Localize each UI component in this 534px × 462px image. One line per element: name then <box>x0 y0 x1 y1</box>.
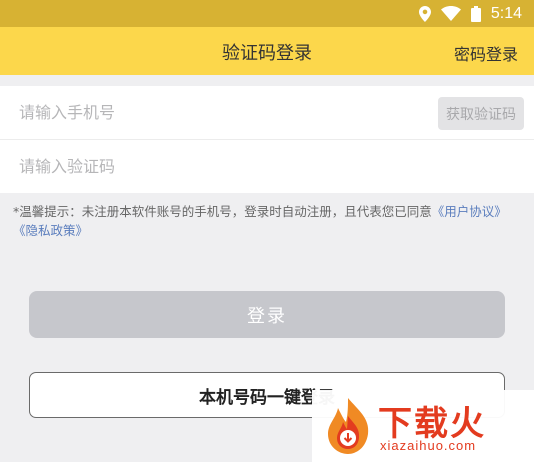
app-header: 验证码登录 密码登录 <box>0 27 534 75</box>
login-button[interactable]: 登录 <box>29 291 505 338</box>
watermark: 下载火 xiazaihuo.com <box>312 390 534 462</box>
get-code-button[interactable]: 获取验证码 <box>438 97 524 130</box>
flame-logo-icon <box>328 398 369 454</box>
user-agreement-link[interactable]: 《用户协议》 <box>432 204 507 219</box>
notice-text: *温馨提示：未注册本软件账号的手机号，登录时自动注册，且代表您已同意 <box>13 204 432 219</box>
location-icon <box>418 5 431 22</box>
wifi-icon <box>440 6 461 21</box>
password-login-link[interactable]: 密码登录 <box>454 41 518 65</box>
phone-input[interactable] <box>17 96 401 129</box>
code-input[interactable] <box>17 150 401 183</box>
code-row <box>0 140 534 193</box>
login-form: 获取验证码 <box>0 86 534 193</box>
battery-icon <box>470 5 481 22</box>
status-time: 5:14 <box>490 4 522 22</box>
status-bar: 5:14 <box>0 0 534 27</box>
phone-row: 获取验证码 <box>0 86 534 139</box>
registration-notice: *温馨提示：未注册本软件账号的手机号，登录时自动注册，且代表您已同意《用户协议》… <box>13 202 521 240</box>
privacy-policy-link[interactable]: 《隐私政策》 <box>13 223 88 238</box>
watermark-url: xiazaihuo.com <box>380 438 477 453</box>
